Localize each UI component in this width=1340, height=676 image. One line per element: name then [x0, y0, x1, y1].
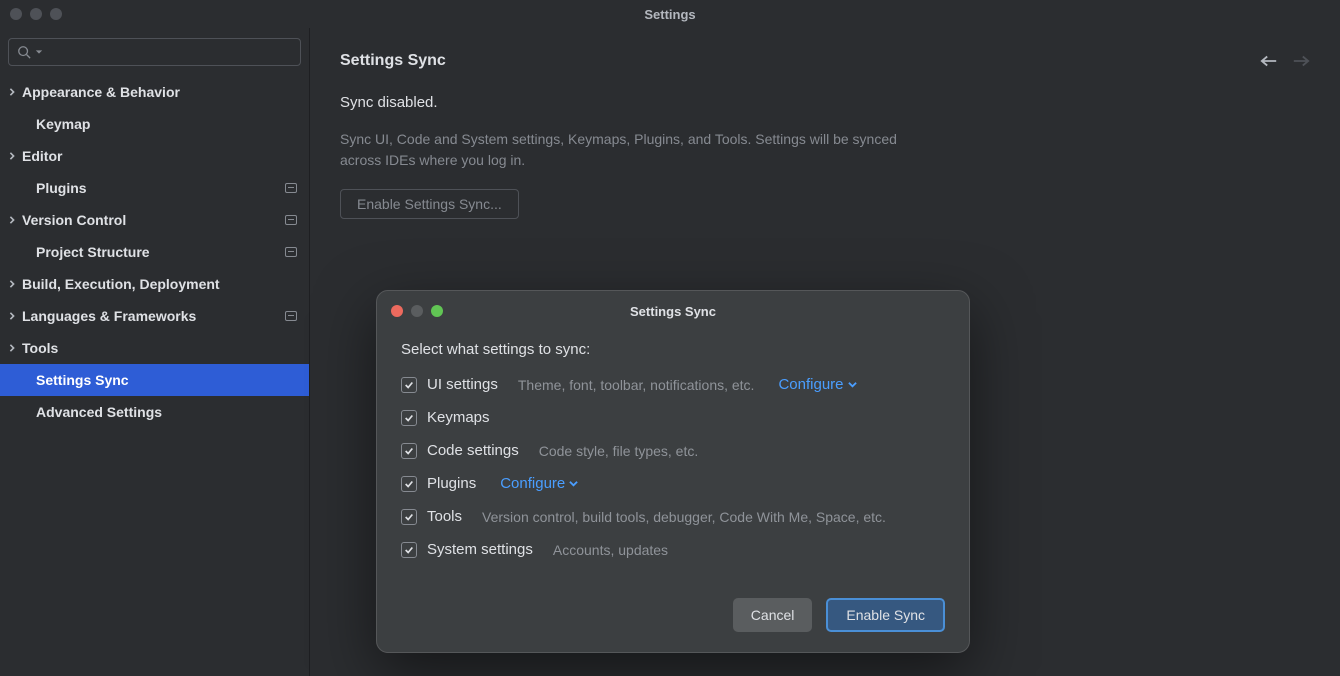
checkbox-plugins[interactable] — [401, 476, 417, 492]
nav-arrows — [1260, 54, 1310, 68]
checkbox-hint: Version control, build tools, debugger, … — [482, 509, 886, 525]
search-box[interactable] — [8, 38, 301, 66]
chevron-right-icon — [4, 344, 20, 352]
search-input[interactable] — [47, 45, 292, 60]
chevron-down-icon — [848, 380, 857, 389]
sidebar-item-appearance-behavior[interactable]: Appearance & Behavior — [0, 76, 309, 108]
chevron-right-icon — [4, 88, 20, 96]
sidebar-item-label: Tools — [22, 340, 58, 356]
sidebar-item-label: Build, Execution, Deployment — [22, 276, 220, 292]
chevron-right-icon — [4, 312, 20, 320]
sidebar-item-project-structure[interactable]: Project Structure — [0, 236, 309, 268]
sync-option-plugins: Plugins Configure — [401, 475, 945, 492]
page-title: Settings Sync — [340, 52, 446, 70]
sidebar-item-advanced-settings[interactable]: Advanced Settings — [0, 396, 309, 428]
dialog-minimize-icon — [411, 305, 423, 317]
dialog-heading: Select what settings to sync: — [401, 341, 945, 358]
sidebar-item-label: Keymap — [36, 116, 90, 132]
sidebar-item-settings-sync[interactable]: Settings Sync — [0, 364, 309, 396]
sync-option-keymaps: Keymaps — [401, 409, 945, 426]
sidebar-item-plugins[interactable]: Plugins — [0, 172, 309, 204]
settings-tree: Appearance & Behavior Keymap Editor Plug… — [0, 76, 309, 428]
dialog-titlebar: Settings Sync — [377, 291, 969, 331]
nav-back-button[interactable] — [1260, 54, 1278, 68]
checkbox-system-settings[interactable] — [401, 542, 417, 558]
configure-ui-settings-link[interactable]: Configure — [778, 376, 856, 393]
checkbox-hint: Code style, file types, etc. — [539, 443, 699, 459]
link-label: Configure — [778, 376, 843, 393]
window-title: Settings — [644, 7, 695, 22]
sidebar-item-label: Advanced Settings — [36, 404, 162, 420]
sync-option-tools: Tools Version control, build tools, debu… — [401, 508, 945, 525]
sidebar-item-label: Version Control — [22, 212, 126, 228]
sync-option-system-settings: System settings Accounts, updates — [401, 541, 945, 558]
checkbox-label: Plugins — [427, 475, 476, 492]
chevron-right-icon — [4, 280, 20, 288]
enable-sync-button[interactable]: Enable Sync — [826, 598, 945, 632]
checkbox-tools[interactable] — [401, 509, 417, 525]
sidebar-item-languages-frameworks[interactable]: Languages & Frameworks — [0, 300, 309, 332]
sidebar-item-label: Project Structure — [36, 244, 150, 260]
chevron-right-icon — [4, 216, 20, 224]
sync-option-ui-settings: UI settings Theme, font, toolbar, notifi… — [401, 376, 945, 393]
project-scope-icon — [285, 247, 297, 257]
sidebar: Appearance & Behavior Keymap Editor Plug… — [0, 28, 310, 676]
cancel-button[interactable]: Cancel — [733, 598, 813, 632]
window-zoom-icon[interactable] — [50, 8, 62, 20]
link-label: Configure — [500, 475, 565, 492]
configure-plugins-link[interactable]: Configure — [500, 475, 578, 492]
sidebar-item-label: Editor — [22, 148, 62, 164]
checkbox-label: Tools — [427, 508, 462, 525]
sidebar-item-editor[interactable]: Editor — [0, 140, 309, 172]
enable-settings-sync-button[interactable]: Enable Settings Sync... — [340, 189, 519, 219]
checkbox-hint: Theme, font, toolbar, notifications, etc… — [518, 377, 755, 393]
sidebar-item-build-execution-deployment[interactable]: Build, Execution, Deployment — [0, 268, 309, 300]
window-traffic-lights — [10, 8, 62, 20]
project-scope-icon — [285, 215, 297, 225]
sidebar-item-label: Settings Sync — [36, 372, 129, 388]
chevron-right-icon — [4, 152, 20, 160]
sync-description: Sync UI, Code and System settings, Keyma… — [340, 129, 900, 171]
sidebar-item-label: Appearance & Behavior — [22, 84, 180, 100]
settings-sync-dialog: Settings Sync Select what settings to sy… — [376, 290, 970, 653]
sync-status: Sync disabled. — [340, 94, 1310, 111]
dialog-zoom-icon[interactable] — [431, 305, 443, 317]
checkbox-label: System settings — [427, 541, 533, 558]
window-close-icon[interactable] — [10, 8, 22, 20]
window-titlebar: Settings — [0, 0, 1340, 28]
dropdown-caret-icon — [35, 48, 43, 56]
sidebar-item-label: Languages & Frameworks — [22, 308, 196, 324]
chevron-down-icon — [569, 479, 578, 488]
checkbox-label: Code settings — [427, 442, 519, 459]
sync-option-code-settings: Code settings Code style, file types, et… — [401, 442, 945, 459]
dialog-close-icon[interactable] — [391, 305, 403, 317]
project-scope-icon — [285, 183, 297, 193]
project-scope-icon — [285, 311, 297, 321]
sidebar-item-version-control[interactable]: Version Control — [0, 204, 309, 236]
sidebar-item-tools[interactable]: Tools — [0, 332, 309, 364]
sidebar-item-label: Plugins — [36, 180, 87, 196]
sidebar-item-keymap[interactable]: Keymap — [0, 108, 309, 140]
checkbox-code-settings[interactable] — [401, 443, 417, 459]
checkbox-keymaps[interactable] — [401, 410, 417, 426]
checkbox-hint: Accounts, updates — [553, 542, 668, 558]
dialog-title: Settings Sync — [630, 304, 716, 319]
nav-forward-button — [1292, 54, 1310, 68]
checkbox-label: Keymaps — [427, 409, 490, 426]
window-minimize-icon[interactable] — [30, 8, 42, 20]
search-icon — [17, 45, 31, 59]
checkbox-label: UI settings — [427, 376, 498, 393]
checkbox-ui-settings[interactable] — [401, 377, 417, 393]
